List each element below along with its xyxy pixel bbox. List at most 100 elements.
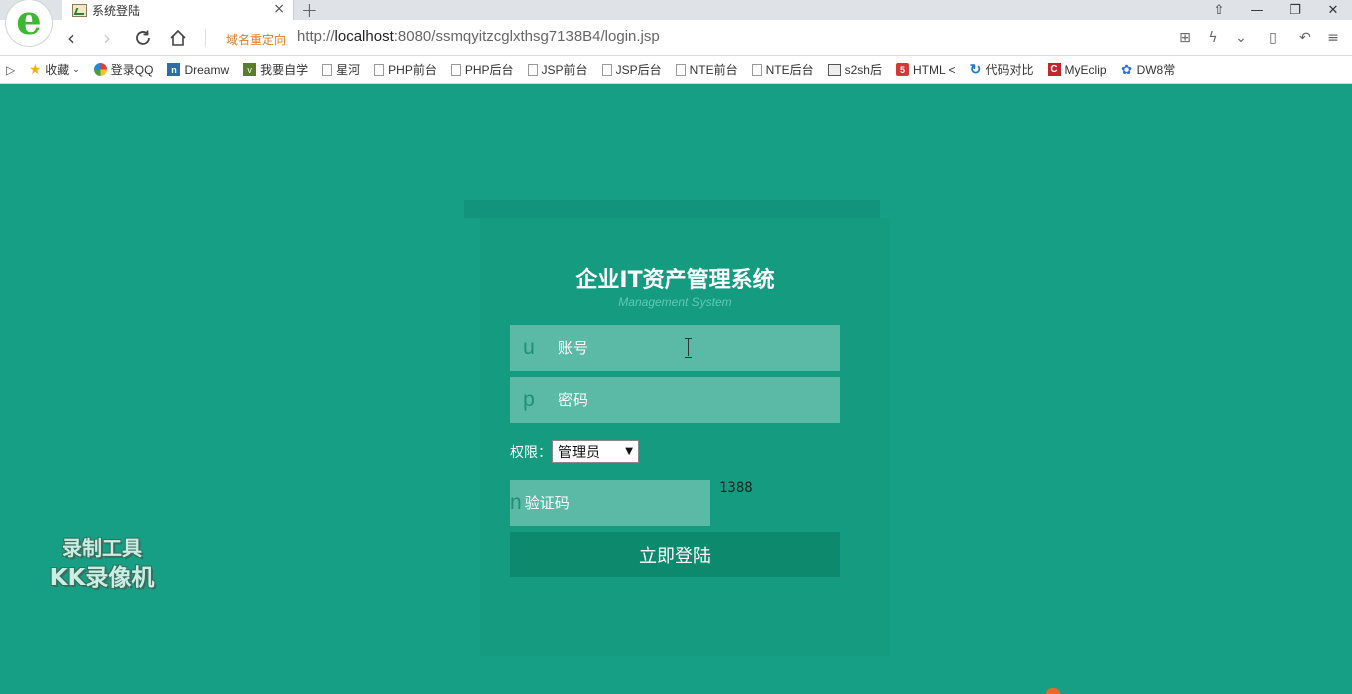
bookmark-label: MyEclip	[1064, 62, 1107, 77]
corner-decoration	[1046, 688, 1060, 694]
bookmark-label: JSP前台	[541, 63, 588, 77]
username-input[interactable]	[548, 325, 840, 371]
page-icon	[450, 63, 461, 76]
toolbar-right: ⊞ ϟ ⌄ ▯ ↶ ≡	[1174, 25, 1344, 51]
reload-icon[interactable]	[130, 25, 156, 51]
dreamweaver-icon: n	[167, 63, 181, 76]
bookmark-qq[interactable]: 登录QQ	[93, 61, 154, 78]
window-controls: ⇧ — ❐ ✕	[1200, 0, 1352, 20]
forward-arrow-icon[interactable]: ›	[94, 25, 120, 51]
bookmark-xinghe[interactable]: 星河	[322, 61, 360, 78]
password-icon: p	[523, 388, 535, 411]
tab-strip: 系统登陆 × + ⇧ — ❐ ✕	[0, 0, 1352, 22]
password-input[interactable]	[548, 377, 840, 423]
role-label: 权限：	[510, 444, 552, 461]
bookmark-label: NTE前台	[689, 63, 738, 77]
picture-icon	[827, 63, 841, 76]
page-subtitle: Management System	[618, 295, 732, 309]
browser-tab[interactable]: 系统登陆 ×	[62, 0, 294, 20]
password-field[interactable]: p	[510, 377, 840, 423]
bookmark-label: NTE后台	[765, 63, 814, 77]
watermark-line-1: 录制工具	[62, 536, 142, 560]
page-icon	[322, 63, 333, 76]
bookmark-php-front[interactable]: PHP前台	[374, 61, 437, 78]
role-row: 权限： 管理员 ▼	[510, 440, 639, 463]
address-bar: ‹ › 域名重定向 http://localhost:8080/ssmqyitz…	[0, 20, 1352, 56]
bookmark-favorites[interactable]: ★ 收藏 ⌄	[29, 61, 80, 78]
username-icon: u	[523, 336, 535, 359]
watermark-line-2: KK录像机	[49, 565, 155, 591]
bookmark-label: 代码对比	[985, 63, 1034, 77]
new-tab-button[interactable]: +	[301, 0, 318, 22]
bookmark-self-study[interactable]: v 我要自学	[243, 61, 308, 78]
bookmark-label: Dreamw	[184, 62, 230, 77]
bookmark-html[interactable]: 5 HTML <	[895, 62, 956, 77]
skin-icon[interactable]: ⇧	[1200, 0, 1238, 20]
tab-title: 系统登陆	[92, 3, 141, 18]
menu-icon[interactable]: ≡	[1322, 25, 1344, 51]
close-window-button[interactable]: ✕	[1314, 0, 1352, 20]
bookmark-nte-front[interactable]: NTE前台	[675, 61, 738, 78]
chevron-down-icon: ⌄	[72, 64, 80, 74]
bookmark-label: 登录QQ	[110, 63, 154, 77]
bookmark-label: 星河	[336, 63, 361, 77]
bookmark-label: PHP前台	[388, 63, 437, 77]
url-host: localhost	[334, 28, 394, 45]
url-field[interactable]: http://localhost:8080/ssmqyitzcglxthsg71…	[297, 28, 660, 45]
bookmark-code-compare[interactable]: ↻ 代码对比	[970, 61, 1034, 78]
page-icon	[675, 63, 686, 76]
qr-code-icon[interactable]: ⊞	[1174, 25, 1196, 51]
redirect-label[interactable]: 域名重定向	[226, 31, 286, 48]
restore-button[interactable]: ❐	[1276, 0, 1314, 20]
login-panel-header	[464, 200, 880, 218]
page-icon	[374, 63, 385, 76]
bookmark-myeclipse[interactable]: C MyEclip	[1047, 62, 1107, 77]
reading-mode-icon[interactable]: ▯	[1258, 25, 1288, 51]
captcha-code[interactable]: 1388	[719, 480, 753, 496]
login-button[interactable]: 立即登陆	[510, 532, 840, 577]
home-icon[interactable]	[165, 25, 191, 51]
page-icon	[751, 63, 762, 76]
role-select[interactable]: 管理员 ▼	[552, 440, 639, 463]
bookmark-label: PHP后台	[464, 63, 514, 77]
compare-icon: ↻	[969, 61, 982, 77]
url-prefix: http://	[297, 28, 335, 45]
paw-icon: ✿	[1121, 61, 1133, 77]
bookmark-php-back[interactable]: PHP后台	[450, 61, 514, 78]
leaf-icon: v	[243, 63, 257, 76]
page-title: 企业IT资产管理系统	[575, 268, 775, 293]
tab-close-icon[interactable]: ×	[273, 1, 285, 17]
captcha-field[interactable]: n	[510, 480, 719, 526]
back-arrow-icon[interactable]: ‹	[58, 25, 84, 51]
bookmark-label: s2sh后	[844, 63, 882, 77]
bookmark-label: DW8常	[1136, 63, 1176, 77]
username-field[interactable]: u	[510, 325, 840, 371]
lightning-icon[interactable]: ϟ	[1202, 25, 1224, 51]
bookmark-dreamweaver[interactable]: n Dreamw	[167, 63, 229, 77]
bookmark-s2sh[interactable]: s2sh后	[827, 61, 882, 78]
bookmark-label: 收藏	[45, 63, 70, 77]
address-divider	[205, 29, 206, 47]
dropdown-arrow-icon: ▼	[625, 446, 633, 457]
qq-icon	[93, 63, 107, 76]
bookmark-label: HTML <	[912, 62, 956, 77]
minimize-button[interactable]: —	[1238, 0, 1276, 20]
bookmark-jsp-front[interactable]: JSP前台	[527, 61, 588, 78]
chevron-down-icon[interactable]: ⌄	[1230, 25, 1252, 51]
captcha-input[interactable]	[521, 480, 719, 526]
text-cursor-icon	[684, 338, 694, 358]
sidebar-toggle-icon[interactable]: ▷	[6, 63, 15, 77]
browser-logo-icon[interactable]: e	[6, 0, 52, 46]
bookmarks-bar: ▷ ★ 收藏 ⌄ 登录QQ n Dreamw v 我要自学 星河 PHP前台 PHP后台…	[0, 56, 1352, 84]
page-icon	[527, 63, 538, 76]
bookmark-label: 我要自学	[260, 63, 309, 77]
bookmark-jsp-back[interactable]: JSP后台	[601, 61, 662, 78]
undo-icon[interactable]: ↶	[1294, 25, 1316, 51]
star-icon: ★	[28, 61, 42, 77]
bookmark-nte-back[interactable]: NTE后台	[751, 61, 814, 78]
bookmark-dw8[interactable]: ✿ DW8常	[1121, 61, 1176, 78]
bookmark-label: JSP后台	[615, 63, 662, 77]
eclipse-icon: C	[1047, 63, 1061, 76]
html5-icon: 5	[895, 63, 909, 76]
page-favicon-icon	[72, 3, 87, 17]
